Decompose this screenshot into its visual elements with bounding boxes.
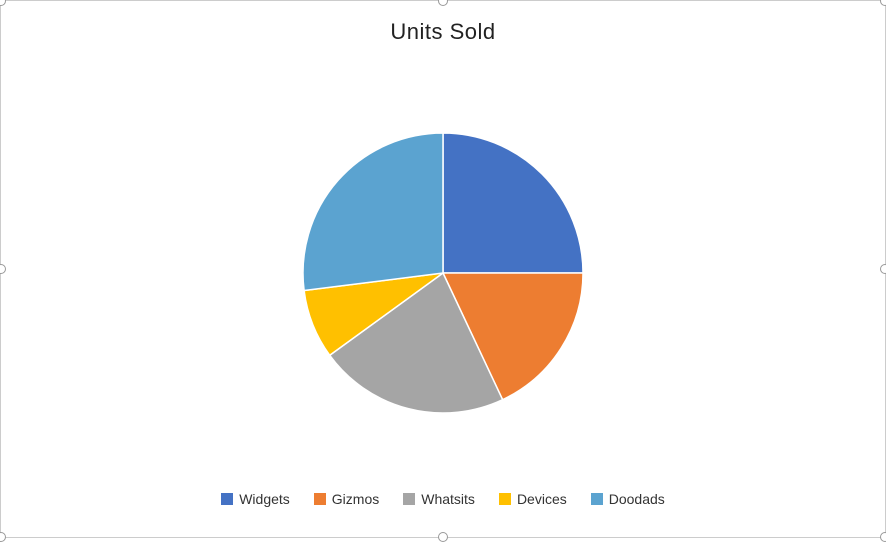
legend-item-whatsits: Whatsits <box>403 491 475 507</box>
legend-swatch-devices <box>499 493 511 505</box>
handle-top-right[interactable] <box>880 0 886 6</box>
handle-top-left[interactable] <box>0 0 6 6</box>
legend-label-doodads: Doodads <box>609 491 665 507</box>
chart-container: Units Sold Widgets Gizmos Whatsits Devices D… <box>0 0 886 538</box>
handle-bot-mid[interactable] <box>438 532 448 542</box>
legend-item-gizmos: Gizmos <box>314 491 379 507</box>
handle-bot-right[interactable] <box>880 532 886 542</box>
handle-bot-left[interactable] <box>0 532 6 542</box>
handle-mid-right[interactable] <box>880 264 886 274</box>
legend-swatch-gizmos <box>314 493 326 505</box>
pie-chart <box>278 118 608 428</box>
pie-segment-widgets[interactable] <box>443 133 583 273</box>
legend-item-widgets: Widgets <box>221 491 290 507</box>
legend-label-devices: Devices <box>517 491 567 507</box>
legend-item-doodads: Doodads <box>591 491 665 507</box>
legend-swatch-widgets <box>221 493 233 505</box>
legend-swatch-doodads <box>591 493 603 505</box>
legend-swatch-whatsits <box>403 493 415 505</box>
legend-label-gizmos: Gizmos <box>332 491 379 507</box>
handle-mid-left[interactable] <box>0 264 6 274</box>
pie-area <box>278 55 608 491</box>
legend-label-whatsits: Whatsits <box>421 491 475 507</box>
legend: Widgets Gizmos Whatsits Devices Doodads <box>221 491 665 507</box>
legend-item-devices: Devices <box>499 491 567 507</box>
chart-title: Units Sold <box>390 19 495 45</box>
handle-top-mid[interactable] <box>438 0 448 6</box>
legend-label-widgets: Widgets <box>239 491 290 507</box>
pie-segment-doodads[interactable] <box>303 133 443 291</box>
